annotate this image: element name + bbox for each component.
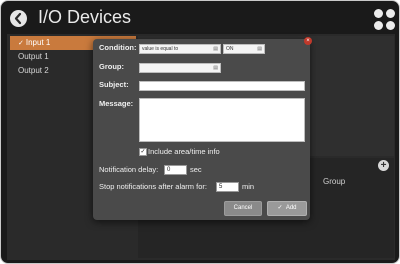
stop-label: Stop notifications after alarm for: xyxy=(99,182,207,191)
chevron-down-icon: ▤ xyxy=(213,46,218,52)
delay-input[interactable]: 0 xyxy=(164,165,187,175)
condition-select[interactable]: value is equal to ▤ xyxy=(139,44,221,54)
state-select-value: ON xyxy=(226,46,234,52)
back-arrow-icon[interactable] xyxy=(10,10,27,27)
chevron-down-icon: ▤ xyxy=(257,46,262,52)
delay-label: Notification delay: xyxy=(99,165,159,174)
message-label: Message: xyxy=(99,99,134,108)
include-info-checkbox[interactable]: ✓ xyxy=(139,148,147,156)
include-info-label: Include area/time info xyxy=(148,147,220,156)
stop-input[interactable]: 5 xyxy=(216,182,239,192)
add-notification-icon[interactable]: + xyxy=(378,160,389,171)
delay-unit: sec xyxy=(190,165,202,174)
message-field[interactable] xyxy=(139,98,305,142)
apps-grid-icon[interactable] xyxy=(374,9,396,31)
chevron-down-icon: ▤ xyxy=(213,65,218,71)
condition-label: Condition: xyxy=(99,43,137,52)
device-item-label: Output 1 xyxy=(18,52,49,61)
condition-select-value: value is equal to xyxy=(142,46,179,52)
device-item-label: Output 2 xyxy=(18,66,49,75)
app-window: I/O Devices ✓ Input 1 Output 1 Output 2 G… xyxy=(0,0,400,264)
add-button-label: Add xyxy=(285,205,297,211)
stop-unit: min xyxy=(242,182,255,191)
subject-field[interactable] xyxy=(139,81,305,91)
check-icon: ✓ xyxy=(277,205,283,211)
group-column-header: Group xyxy=(323,177,346,186)
device-item-label: Input 1 xyxy=(25,38,51,47)
group-label: Group: xyxy=(99,62,124,71)
subject-label: Subject: xyxy=(99,80,129,89)
check-icon: ✓ xyxy=(18,40,24,47)
state-select[interactable]: ON ▤ xyxy=(223,44,265,54)
page-title: I/O Devices xyxy=(38,7,132,27)
group-select[interactable]: ▤ xyxy=(139,63,221,73)
close-icon[interactable]: × xyxy=(304,37,312,45)
add-button[interactable]: ✓ Add xyxy=(267,201,307,216)
cancel-button[interactable]: Cancel xyxy=(224,201,262,216)
